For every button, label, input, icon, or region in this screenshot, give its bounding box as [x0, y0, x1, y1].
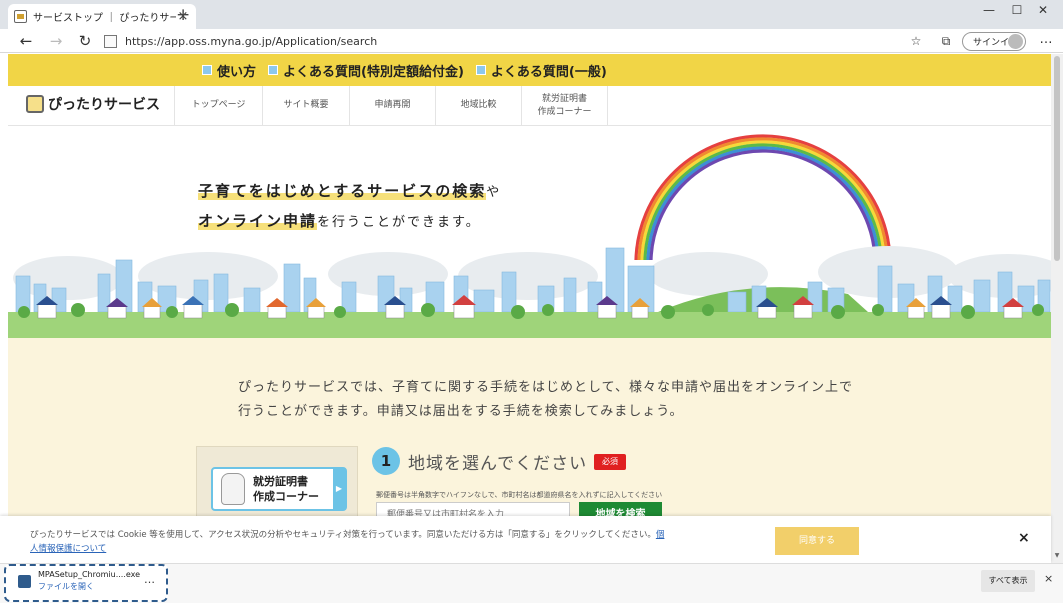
city-rainbow-illustration [8, 134, 1051, 338]
site-info-icon[interactable] [104, 34, 117, 48]
step-hint: 郵便番号は半角数字でハイフンなしで、市町村名は都道府県名を入れずに記入してくださ… [376, 491, 663, 499]
nav-label: 地域比較 [460, 100, 497, 111]
download-filename: MPASetup_Chromiu....exe [38, 570, 141, 579]
download-bar: MPASetup_Chromiu....exe ファイルを開く … すべて表示 … [0, 563, 1063, 603]
nav-region-compare[interactable]: 地域比較 [435, 86, 521, 126]
cookie-text: ぴったりサービスでは Cookie 等を使用して、アクセス状況の分析やセキュリテ… [30, 530, 656, 540]
favorites-star-icon[interactable]: ☆ [906, 32, 926, 50]
cookie-close-icon[interactable]: × [1018, 530, 1030, 546]
forward-icon[interactable]: → [46, 31, 66, 51]
installer-file-icon [18, 575, 31, 588]
site-logo[interactable]: ぴったりサービス [26, 94, 160, 114]
link-faq-benefit[interactable]: よくある質問(特別定額給付金) [268, 61, 464, 80]
certificate-corner-label: 就労証明書 作成コーナー [253, 474, 319, 504]
site-favicon-icon [14, 10, 27, 23]
download-item[interactable]: MPASetup_Chromiu....exe ファイルを開く … [4, 564, 168, 602]
link-label: よくある質問(一般) [490, 64, 607, 80]
chevron-right-icon: ▶ [333, 469, 345, 509]
tab-title: サービストップ ｜ ぴったりサービス(Her [33, 13, 176, 24]
link-label: 使い方 [217, 64, 257, 80]
nav-label: サイト概要 [283, 100, 329, 111]
address-bar: ← → ↻ https://app.oss.myna.go.jp/Applica… [0, 29, 1063, 53]
step-number-badge: 1 [372, 447, 400, 475]
top-link-bar: 使い方 よくある質問(特別定額給付金) よくある質問(一般) [8, 54, 1051, 86]
required-badge: 必須 [594, 454, 626, 470]
reload-icon[interactable]: ↻ [75, 31, 95, 51]
url-path: /Application/search [271, 34, 378, 48]
show-all-downloads-button[interactable]: すべて表示 [981, 570, 1035, 592]
cert-label-line: 作成コーナー [253, 490, 319, 503]
intro-line: 行うことができます。申請又は届出をする手続を検索してみましょう。 [238, 404, 684, 419]
scroll-down-icon[interactable]: ▼ [1053, 552, 1061, 559]
rainbow [634, 134, 892, 267]
window-close-icon[interactable]: ✕ [1023, 0, 1063, 20]
scrollbar-thumb[interactable] [1054, 56, 1060, 261]
browser-menu-icon[interactable]: … [1036, 32, 1056, 47]
link-how-to-use[interactable]: 使い方 [202, 61, 256, 80]
nav-label: トップページ [191, 100, 246, 111]
collections-icon[interactable]: ⧉ [936, 32, 956, 50]
cookie-consent-bar: ぴったりサービスでは Cookie 等を使用して、アクセス状況の分析やセキュリテ… [0, 516, 1051, 563]
agree-button[interactable]: 同意する [775, 527, 859, 555]
rabbit-mascot-icon [221, 473, 245, 505]
download-bar-close-icon[interactable]: × [1044, 572, 1053, 585]
tab-strip: サービストップ ｜ ぴったりサービス(Her × + — ☐ ✕ [0, 0, 1063, 29]
logo-mascot-icon [26, 95, 44, 113]
browser-tab[interactable]: サービストップ ｜ ぴったりサービス(Her × [8, 4, 196, 29]
cookie-message: ぴったりサービスでは Cookie 等を使用して、アクセス状況の分析やセキュリテ… [30, 528, 670, 556]
new-tab-icon[interactable]: + [176, 5, 190, 25]
certificate-corner-button[interactable]: 就労証明書 作成コーナー ▶ [211, 467, 347, 511]
nav-certificate-corner[interactable]: 就労証明書 作成コーナー [521, 86, 608, 126]
nav-site-overview[interactable]: サイト概要 [262, 86, 349, 126]
step-title: 地域を選んでください [408, 454, 588, 474]
bullet-square-icon [475, 65, 486, 75]
nav-label: 就労証明書 作成コーナー [537, 93, 592, 118]
hero-banner: 子育てをはじめとするサービスの検索や オンライン申請を行うことができます。 [8, 126, 1051, 338]
nav-resume-application[interactable]: 申請再開 [349, 86, 435, 126]
certificate-corner-card: 就労証明書 作成コーナー ▶ [196, 446, 358, 526]
intro-line: ぴったりサービスでは、子育てに関する手続をはじめとして、様々な申請や届出をオンラ… [238, 380, 853, 395]
download-more-icon[interactable]: … [144, 573, 155, 586]
page-viewport: 使い方 よくある質問(特別定額給付金) よくある質問(一般) ぴったりサービス … [8, 54, 1051, 563]
link-label: よくある質問(特別定額給付金) [283, 64, 464, 80]
intro-text: ぴったりサービスでは、子育てに関する手続をはじめとして、様々な申請や届出をオンラ… [238, 376, 853, 424]
cert-label-line: 就労証明書 [253, 475, 308, 488]
profile-avatar-icon [1008, 34, 1023, 49]
nav-top-page[interactable]: トップページ [174, 86, 262, 126]
site-navigation: ぴったりサービス トップページ サイト概要 申請再開 地域比較 就労証明書 作成… [8, 86, 1051, 126]
back-icon[interactable]: ← [16, 31, 36, 51]
bullet-square-icon [268, 65, 279, 75]
page-scrollbar[interactable]: ▲ ▼ [1051, 54, 1063, 563]
url-host: https://app.oss.myna.go.jp [125, 34, 272, 48]
nav-label: 申請再開 [374, 100, 411, 111]
open-file-link[interactable]: ファイルを開く [38, 581, 94, 592]
bullet-square-icon [202, 65, 212, 75]
logo-text: ぴったりサービス [48, 97, 160, 113]
signin-button[interactable]: サインイン [962, 32, 1026, 51]
link-faq-general[interactable]: よくある質問(一般) [475, 61, 607, 80]
url-field[interactable]: https://app.oss.myna.go.jp/Application/s… [104, 31, 894, 51]
